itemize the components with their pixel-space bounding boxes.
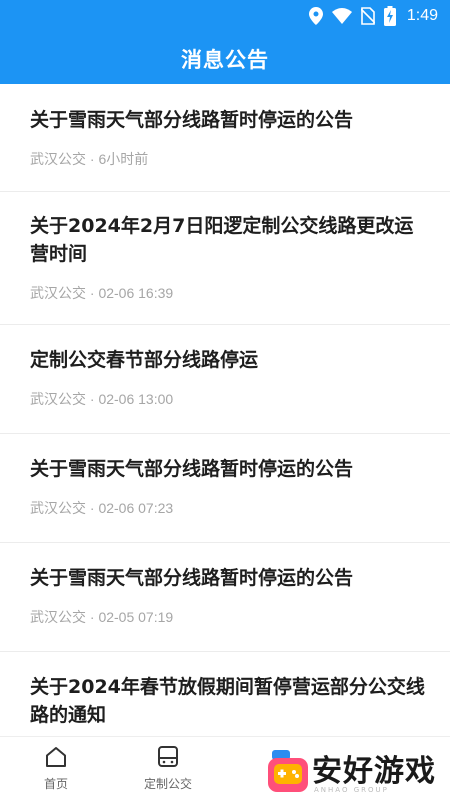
tab-home-label: 首页 xyxy=(43,777,68,791)
announcement-meta: 武汉公交 · 02-06 13:00 xyxy=(30,391,174,407)
announcement-item[interactable]: 关于雪雨天气部分线路暂时停运的公告 武汉公交 · 02-06 07:23 xyxy=(0,434,450,543)
announcement-meta: 武汉公交 · 02-06 16:39 xyxy=(30,285,174,301)
location-icon xyxy=(308,7,323,25)
announcement-title: 关于2024年2月7日阳逻定制公交线路更改运营时间 xyxy=(30,215,414,265)
tab-home[interactable]: 首页 xyxy=(26,745,86,792)
announcement-meta: 武汉公交 · 6小时前 xyxy=(30,151,149,167)
announcement-title: 定制公交春节部分线路停运 xyxy=(30,349,259,371)
status-time: 1:49 xyxy=(406,7,438,24)
announcement-meta: 武汉公交 · 02-06 07:23 xyxy=(30,500,174,516)
home-icon xyxy=(26,745,86,769)
status-bar: 1:49 xyxy=(0,0,450,32)
bus-icon xyxy=(138,745,198,769)
tab-custom-bus[interactable]: 定制公交 xyxy=(138,745,198,792)
no-sim-icon xyxy=(360,7,375,25)
tab-custom-bus-label: 定制公交 xyxy=(143,777,192,791)
watermark: 安好游戏 ANHAO GROUP xyxy=(266,744,450,800)
announcement-item[interactable]: 定制公交春节部分线路停运 武汉公交 · 02-06 13:00 xyxy=(0,325,450,434)
announcement-item[interactable]: 关于2024年2月7日阳逻定制公交线路更改运营时间 武汉公交 · 02-06 1… xyxy=(0,192,450,325)
app-header: 1:49 消息公告 xyxy=(0,0,450,84)
announcement-title: 关于雪雨天气部分线路暂时停运的公告 xyxy=(30,567,354,589)
announcement-title: 关于2024年春节放假期间暂停营运部分公交线路的通知 xyxy=(30,676,425,726)
announcement-item[interactable]: 关于2024年春节放假期间暂停营运部分公交线路的通知 xyxy=(0,652,450,736)
announcement-item[interactable]: 关于雪雨天气部分线路暂时停运的公告 武汉公交 · 6小时前 xyxy=(0,84,450,192)
announcement-item[interactable]: 关于雪雨天气部分线路暂时停运的公告 武汉公交 · 02-05 07:19 xyxy=(0,543,450,652)
wifi-icon xyxy=(331,8,352,24)
gamepad-logo-icon xyxy=(268,748,308,800)
page-title: 消息公告 xyxy=(181,48,269,72)
announcement-list[interactable]: 关于雪雨天气部分线路暂时停运的公告 武汉公交 · 6小时前 关于2024年2月7… xyxy=(0,84,450,736)
announcement-title: 关于雪雨天气部分线路暂时停运的公告 xyxy=(30,109,354,131)
announcement-meta: 武汉公交 · 02-05 07:19 xyxy=(30,609,174,625)
announcement-title: 关于雪雨天气部分线路暂时停运的公告 xyxy=(30,458,354,480)
watermark-subtext: ANHAO GROUP xyxy=(314,786,389,794)
watermark-text: 安好游戏 xyxy=(312,754,436,789)
battery-charging-icon xyxy=(383,6,396,26)
